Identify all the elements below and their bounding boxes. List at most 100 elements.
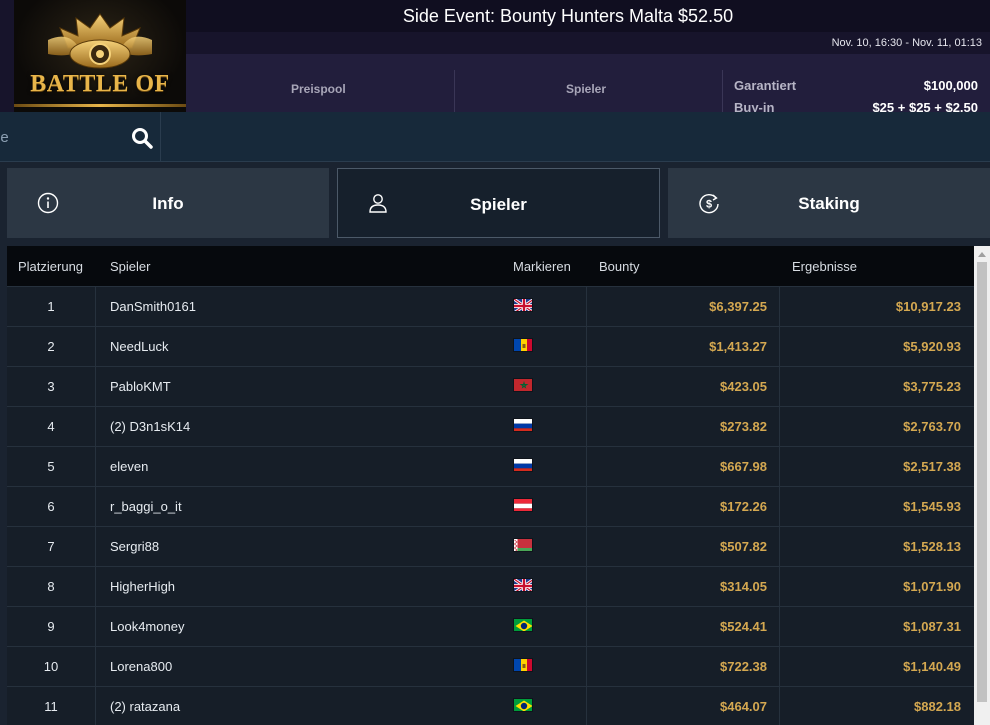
rank-cell: 6 — [47, 499, 55, 514]
table-row[interactable]: 1 DanSmith0161 $6,397.25 $10,917.23 — [7, 286, 974, 326]
country-flag-icon — [513, 658, 533, 672]
header-result[interactable]: Ergebnisse — [792, 259, 857, 274]
country-flag-icon — [513, 498, 533, 512]
country-flag-icon — [513, 458, 533, 472]
scroll-thumb[interactable] — [977, 262, 987, 702]
country-flag-icon — [513, 378, 533, 392]
battle-of-logo[interactable]: BATTLE OF — [14, 0, 186, 112]
tournament-header: BATTLE OF Side Event: Bounty Hunters Mal… — [0, 0, 990, 115]
tab-players-label: Spieler — [470, 195, 527, 214]
country-flag-icon — [513, 538, 533, 552]
header-bounty[interactable]: Bounty — [599, 259, 639, 274]
country-flag-icon — [513, 618, 533, 632]
result-cell: $5,920.93 — [903, 339, 961, 354]
result-cell: $1,545.93 — [903, 499, 961, 514]
country-flag-icon — [513, 338, 533, 352]
search-bar — [0, 112, 990, 162]
stats-divider — [454, 70, 455, 112]
tab-staking[interactable]: $ Staking — [668, 168, 990, 238]
tab-info-label: Info — [152, 194, 184, 213]
guaranteed-label: Garantiert — [734, 78, 797, 93]
bounty-cell: $524.41 — [720, 619, 767, 634]
result-cell: $882.18 — [914, 699, 961, 714]
rank-cell: 1 — [47, 299, 55, 314]
player-name[interactable]: DanSmith0161 — [110, 299, 196, 314]
result-cell: $3,775.23 — [903, 379, 961, 394]
rank-cell: 4 — [47, 419, 55, 434]
search-icon — [132, 128, 153, 149]
player-name[interactable]: r_baggi_o_it — [110, 499, 182, 514]
column-divider — [95, 286, 96, 725]
country-flag-icon — [513, 698, 533, 712]
table-row[interactable]: 2 NeedLuck $1,413.27 $5,920.93 — [7, 326, 974, 366]
table-row[interactable]: 8 HigherHigh $314.05 $1,071.90 — [7, 566, 974, 606]
tab-players[interactable]: Spieler — [337, 168, 660, 238]
header-rank[interactable]: Platzierung — [18, 259, 83, 274]
bounty-cell: $172.26 — [720, 499, 767, 514]
tab-info[interactable]: Info — [7, 168, 329, 238]
event-dates: Nov. 10, 16:30 - Nov. 11, 01:13 — [831, 37, 982, 49]
player-name[interactable]: eleven — [110, 459, 148, 474]
rank-cell: 5 — [47, 459, 55, 474]
players-table: Platzierung Spieler Markieren Bounty Erg… — [7, 246, 974, 725]
bounty-cell: $6,397.25 — [709, 299, 767, 314]
country-flag-icon — [513, 418, 533, 432]
column-divider — [586, 286, 587, 725]
table-row[interactable]: 5 eleven $667.98 $2,517.38 — [7, 446, 974, 486]
player-name[interactable]: Lorena800 — [110, 659, 172, 674]
event-title: Side Event: Bounty Hunters Malta $52.50 — [402, 6, 734, 26]
table-scrollbar[interactable] — [974, 246, 990, 725]
table-row[interactable]: 11 (2) ratazana $464.07 $882.18 — [7, 686, 974, 725]
player-name[interactable]: NeedLuck — [110, 339, 169, 354]
header-player[interactable]: Spieler — [110, 259, 150, 274]
table-row[interactable]: 10 Lorena800 $722.38 $1,140.49 — [7, 646, 974, 686]
player-name[interactable]: HigherHigh — [110, 579, 175, 594]
bounty-cell: $1,413.27 — [709, 339, 767, 354]
player-name[interactable]: Look4money — [110, 619, 184, 634]
player-name[interactable]: PabloKMT — [110, 379, 171, 394]
country-flag-icon — [513, 578, 533, 592]
crown-emblem-icon — [48, 13, 152, 69]
bounty-cell: $507.82 — [720, 539, 767, 554]
result-cell: $2,763.70 — [903, 419, 961, 434]
header-flag[interactable]: Markieren — [513, 259, 571, 274]
table-row[interactable]: 3 PabloKMT $423.05 $3,775.23 — [7, 366, 974, 406]
bounty-cell: $273.82 — [720, 419, 767, 434]
scroll-up-arrow-icon[interactable] — [978, 252, 986, 257]
tab-staking-label: Staking — [798, 194, 860, 213]
column-divider — [779, 286, 780, 725]
table-row[interactable]: 4 (2) D3n1sK14 $273.82 $2,763.70 — [7, 406, 974, 446]
result-cell: $1,071.90 — [903, 579, 961, 594]
result-cell: $2,517.38 — [903, 459, 961, 474]
bounty-cell: $464.07 — [720, 699, 767, 714]
table-header: Platzierung Spieler Markieren Bounty Erg… — [7, 246, 974, 286]
player-name[interactable]: (2) ratazana — [110, 699, 180, 714]
stats-divider — [722, 70, 723, 112]
players-label: Spieler — [566, 82, 607, 96]
rank-cell: 2 — [47, 339, 55, 354]
rank-cell: 9 — [47, 619, 55, 634]
player-name[interactable]: Sergri88 — [110, 539, 159, 554]
bounty-cell: $314.05 — [720, 579, 767, 594]
player-name[interactable]: (2) D3n1sK14 — [110, 419, 190, 434]
rank-cell: 10 — [43, 659, 59, 674]
rank-cell: 11 — [44, 699, 58, 714]
rank-cell: 3 — [47, 379, 55, 394]
search-button[interactable] — [128, 124, 156, 152]
result-cell: $1,140.49 — [903, 659, 961, 674]
logo-text: BATTLE OF — [30, 71, 170, 97]
prizepool-label: Preispool — [291, 82, 346, 96]
bounty-cell: $423.05 — [720, 379, 767, 394]
search-separator — [160, 112, 161, 162]
table-row[interactable]: 9 Look4money $524.41 $1,087.31 — [7, 606, 974, 646]
table-row[interactable]: 6 r_baggi_o_it $172.26 $1,545.93 — [7, 486, 974, 526]
rank-cell: 8 — [47, 579, 55, 594]
result-cell: $1,087.31 — [903, 619, 961, 634]
table-row[interactable]: 7 Sergri88 $507.82 $1,528.13 — [7, 526, 974, 566]
logo-ribbon — [14, 104, 186, 107]
result-cell: $10,917.23 — [895, 299, 961, 314]
rank-cell: 7 — [47, 539, 55, 554]
guaranteed-value: $100,000 — [923, 78, 978, 93]
bounty-cell: $667.98 — [720, 459, 767, 474]
result-cell: $1,528.13 — [903, 539, 961, 554]
